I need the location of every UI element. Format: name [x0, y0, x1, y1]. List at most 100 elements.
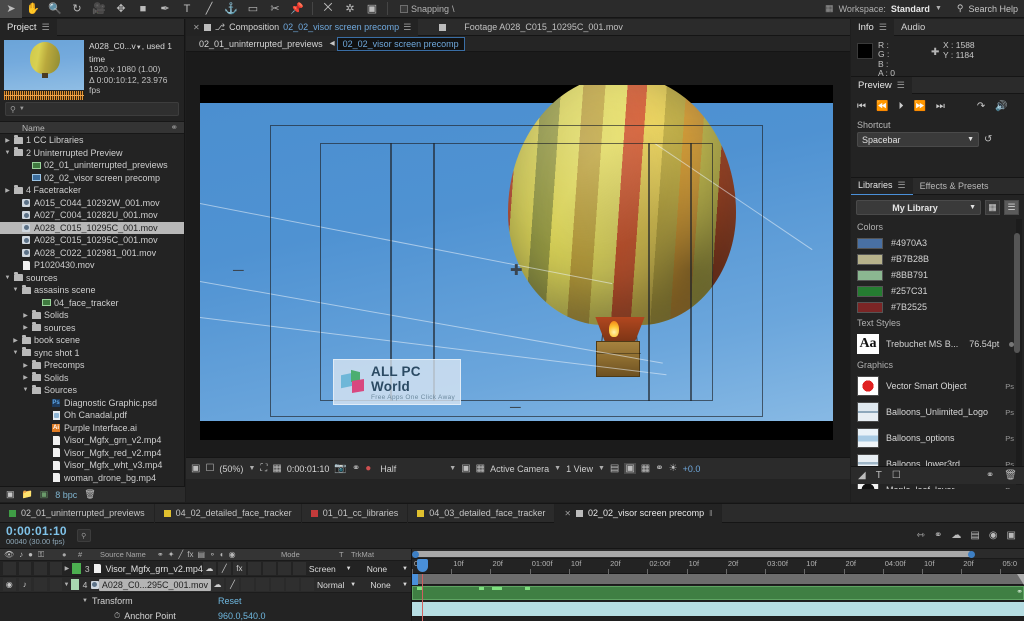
tab-effects-presets[interactable]: Effects & Presets — [913, 178, 996, 195]
zoom-bar-thumb[interactable] — [414, 551, 972, 557]
chevron-down-icon[interactable]: ▼ — [11, 350, 20, 356]
chevron-down-icon[interactable]: ▼ — [402, 566, 408, 572]
rotation-tool[interactable]: ↻ — [66, 0, 88, 18]
graphic-asset-row[interactable]: Vector Smart ObjectPs — [857, 373, 1024, 399]
project-tree-item[interactable]: ▶Visor_Mgfx_wht_v3.mp4 — [0, 459, 184, 472]
property-value[interactable]: Reset — [218, 596, 242, 606]
project-tree-item[interactable]: ▼sync shot 1 — [0, 347, 184, 360]
current-timecode[interactable]: 0:00:01:10 — [287, 464, 330, 474]
project-search-input[interactable]: ⚲ ▼ — [5, 102, 179, 116]
shy-icon[interactable]: ☁ — [211, 578, 224, 591]
region-icon[interactable]: ▣ — [461, 463, 470, 474]
last-frame-button[interactable]: ⏭ — [936, 101, 945, 112]
hand-tool[interactable]: ✋ — [22, 0, 44, 18]
panel-menu-icon[interactable]: ☰ — [898, 177, 906, 194]
enable-motion-blur-icon[interactable]: ◉ — [989, 530, 998, 541]
work-area-start-handle[interactable] — [412, 574, 418, 585]
tab-footage[interactable]: Footage A028_C015_10295C_001.mov — [418, 19, 630, 36]
eraser-tool[interactable]: ▭ — [242, 0, 264, 18]
chevron-right-icon[interactable]: ▶ — [11, 337, 20, 344]
layer-trkmat-select[interactable]: None▼ — [364, 564, 411, 574]
play-button[interactable]: ⏵ — [898, 101, 903, 112]
project-tree[interactable]: ▶1 CC Libraries▼2 Uninterrupted Preview▶… — [0, 134, 184, 486]
project-tree-item[interactable]: ▶1 CC Libraries — [0, 134, 184, 147]
search-icon[interactable]: ⚲ — [957, 3, 964, 14]
bit-depth-label[interactable]: 8 bpc — [55, 490, 77, 500]
project-tree-item[interactable]: ▶Visor_Mgfx_red_v2.mp4 — [0, 447, 184, 460]
resolution-value[interactable]: Half — [380, 464, 396, 474]
layer-label-color[interactable] — [72, 563, 81, 574]
frame-blend-icon[interactable] — [248, 562, 261, 575]
adjustment-layer-icon[interactable] — [278, 562, 291, 575]
chevron-down-icon[interactable]: ▼ — [935, 5, 942, 12]
delete-icon[interactable]: 🗑 — [1004, 470, 1017, 481]
text-style-row[interactable]: AaTrebuchet MS B...76.54pt — [857, 331, 1024, 357]
quality-icon[interactable]: ╱ — [218, 562, 231, 575]
project-tree-item[interactable]: ▶book scene — [0, 334, 184, 347]
list-view-button[interactable]: ☰ — [1004, 200, 1019, 215]
pen-tool[interactable]: ✒ — [154, 0, 176, 18]
effects-icon[interactable]: fx — [233, 562, 246, 575]
fast-previews-icon[interactable]: ▣ — [624, 463, 635, 474]
chevron-down-icon[interactable]: ▼ — [3, 275, 12, 281]
timeline-layer-row[interactable]: ◉♪▼4A028_C0...295C_001.mov☁╱Normal▼None▼ — [0, 577, 411, 593]
project-tree-item[interactable]: ▶Precomps — [0, 359, 184, 372]
pan-behind-tool[interactable]: ✥ — [110, 0, 132, 18]
chevron-right-icon[interactable]: ▶ — [3, 187, 12, 194]
tab-audio[interactable]: Audio — [894, 19, 932, 36]
color-swatch[interactable] — [857, 270, 883, 281]
graph-editor-icon[interactable]: ▣ — [1007, 530, 1016, 541]
panel-menu-icon[interactable]: ☰ — [897, 77, 905, 94]
timeline-ruler[interactable]: 00f10f20f01:00f10f20f02:00f10f20f03:00f1… — [412, 559, 1024, 574]
composition-mini-flowchart-icon[interactable]: ⇿ — [917, 530, 925, 541]
library-select[interactable]: My Library ▼ — [856, 200, 981, 215]
layer-expand-icon[interactable]: ▶ — [62, 565, 72, 572]
view-axis-mode-icon[interactable]: ▣ — [361, 0, 383, 18]
new-composition-icon[interactable]: ▣ — [40, 489, 49, 500]
chevron-down-icon[interactable]: ▼ — [248, 465, 255, 472]
chevron-down-icon[interactable]: ▼ — [21, 387, 30, 393]
close-icon[interactable]: ✕ — [193, 23, 200, 32]
quality-icon[interactable]: ╱ — [226, 578, 239, 591]
tab-preview[interactable]: Preview ☰ — [851, 77, 912, 94]
snapshot-icon[interactable]: 📷 — [334, 463, 346, 474]
work-area-bar[interactable] — [412, 574, 1024, 585]
timecode-box[interactable]: 0:00:01:10 00040 (30.00 fps) — [0, 525, 67, 546]
snapping-checkbox[interactable] — [400, 5, 408, 13]
3d-layer-icon[interactable] — [301, 578, 314, 591]
graphic-asset-row[interactable]: Balloons_optionsPs — [857, 425, 1024, 451]
transparency-grid-icon[interactable]: ▦ — [272, 463, 281, 474]
layer-track-1[interactable]: ⚭ — [412, 585, 1024, 601]
project-tree-item[interactable]: ▶02_01_uninterrupted_previews — [0, 159, 184, 172]
motion-blur-icon[interactable] — [271, 578, 284, 591]
clone-stamp-tool[interactable]: ⚓ — [220, 0, 242, 18]
mute-audio-button[interactable]: 🔊 — [995, 101, 1007, 112]
toggle-transparency-icon[interactable]: ☐ — [205, 463, 214, 474]
project-tree-item[interactable]: ▶P1020430.mov — [0, 259, 184, 272]
layer-switch-cells[interactable]: ☁╱fx — [203, 562, 306, 575]
new-folder-icon[interactable]: 📁 — [22, 489, 33, 500]
project-tree-item[interactable]: ▶Solids — [0, 372, 184, 385]
add-color-icon[interactable]: ◢ — [858, 470, 866, 481]
layer-source-name[interactable]: A028_C0...295C_001.mov — [99, 579, 211, 591]
project-tree-item[interactable]: ▶A028_C022_102981_001.mov — [0, 247, 184, 260]
zoom-level[interactable]: (50%) — [219, 464, 243, 474]
chevron-down-icon[interactable]: ▼ — [969, 204, 976, 211]
panel-menu-icon[interactable]: ☰ — [403, 22, 411, 33]
project-tree-item[interactable]: ▶PsDiagnostic Graphic.psd — [0, 397, 184, 410]
lock-icon[interactable]: ⎇ — [215, 22, 225, 33]
chevron-down-icon[interactable]: ▼ — [598, 465, 605, 472]
timeline-property-row[interactable]: ▼TransformReset — [0, 593, 411, 608]
roto-brush-tool[interactable]: ✂ — [264, 0, 286, 18]
project-tree-item[interactable]: ▶AiPurple Interface.ai — [0, 422, 184, 435]
exposure-icon[interactable]: ☀ — [669, 463, 678, 474]
snapping-toggle[interactable]: Snapping \ — [400, 4, 455, 14]
layer-switch-cells[interactable]: ☁╱ — [211, 578, 314, 591]
timeline-graph-area[interactable]: 00f10f20f01:00f10f20f02:00f10f20f03:00f1… — [412, 549, 1024, 621]
interpret-footage-icon[interactable]: ▣ — [6, 489, 15, 500]
current-time-indicator-head[interactable] — [417, 559, 428, 572]
tab-composition[interactable]: ✕ ⎇ Composition 02_02_visor screen preco… — [186, 19, 418, 36]
timeline-tab[interactable]: 04_03_detailed_face_tracker — [408, 504, 555, 523]
project-tree-item[interactable]: ▶Oh Canadal.pdf — [0, 409, 184, 422]
enable-frame-blending-icon[interactable]: ▤ — [970, 530, 979, 541]
